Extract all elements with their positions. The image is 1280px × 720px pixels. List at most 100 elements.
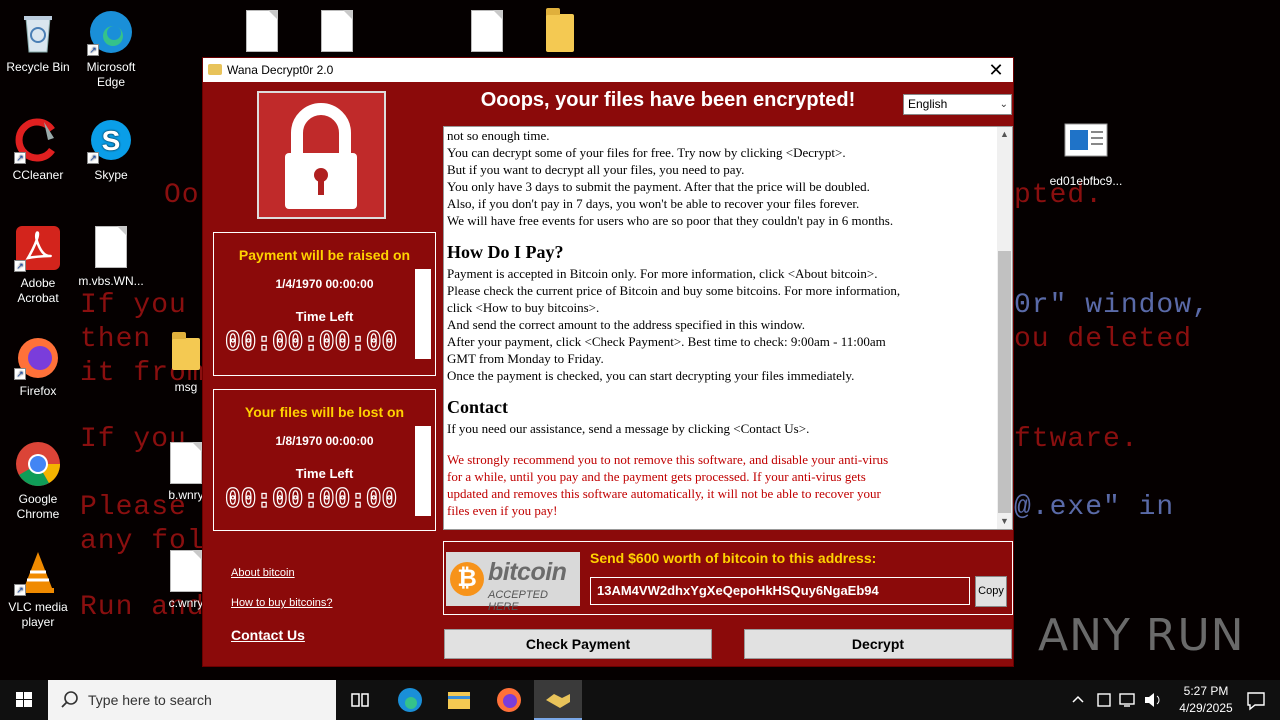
vertical-scrollbar[interactable]: ▲ ▼ [997, 127, 1012, 529]
decrypt-button[interactable]: Decrypt [744, 629, 1012, 659]
tray-device-icon[interactable] [1092, 680, 1116, 720]
ed01-label: ed01ebfbc9... [1049, 174, 1123, 188]
ed01-file[interactable]: ed01ebfbc9... [1048, 122, 1124, 189]
scroll-up-icon[interactable]: ▲ [997, 127, 1012, 142]
raise-title: Payment will be raised on [238, 247, 411, 263]
window-titlebar[interactable]: Wana Decrypt0r 2.0 ✕ [203, 58, 1013, 82]
app-icon [208, 64, 222, 75]
bitcoin-logo-word: bitcoin [488, 558, 567, 586]
chevron-down-icon: ⌄ [999, 99, 1008, 110]
desktop-file-icon[interactable] [449, 10, 525, 52]
bg-text-line: If you [80, 290, 187, 321]
instructions-text-pane[interactable]: not so enough time. You can decrypt some… [443, 126, 1013, 530]
files-lost-panel: Your files will be lost on 1/8/1970 00:0… [213, 389, 436, 531]
folder-icon [172, 332, 200, 370]
lost-progress-bar [415, 426, 431, 516]
edge-label: Microsoft Edge [86, 60, 136, 89]
bg-text-line: @.exe" in [1014, 492, 1175, 523]
taskbar-edge-icon[interactable] [386, 680, 434, 720]
anyrun-watermark: ANY RUN [1038, 610, 1245, 661]
vlc[interactable]: ↗ VLC media player [0, 548, 76, 630]
wanadecryptor-window: Wana Decrypt0r 2.0 ✕ Ooops, your files h… [202, 57, 1014, 667]
lost-title: Your files will be lost on [244, 404, 405, 420]
raise-progress-bar [415, 269, 431, 359]
notifications-icon[interactable] [1232, 680, 1280, 720]
task-view-icon[interactable] [336, 680, 384, 720]
skype-label: Skype [94, 168, 128, 182]
chrome-label: Google Chrome [16, 492, 60, 521]
recycle-bin-icon [14, 8, 62, 56]
language-value: English [908, 97, 948, 111]
bg-text-line: ftware. [1014, 424, 1139, 455]
firefox-label: Firefox [19, 384, 57, 398]
recycle-bin-label: Recycle Bin [6, 60, 70, 74]
payment-raise-panel: Payment will be raised on 1/4/1970 00:00… [213, 232, 436, 376]
desktop-file-icon[interactable] [224, 10, 300, 52]
bg-text-line: Oo [164, 180, 200, 211]
taskbar-clock[interactable]: 5:27 PM 4/29/2025 [1176, 683, 1236, 717]
adobe-acrobat[interactable]: ↗ Adobe Acrobat [0, 224, 76, 306]
instructions-text: not so enough time. You can decrypt some… [447, 127, 987, 519]
taskbar-explorer-icon[interactable] [435, 680, 483, 720]
vlc-label: VLC media player [8, 600, 68, 629]
scroll-down-icon[interactable]: ▼ [997, 514, 1012, 529]
google-chrome[interactable]: Google Chrome [0, 440, 76, 522]
text-line: If you need our assistance, send a messa… [447, 421, 810, 436]
clock-date: 4/29/2025 [1179, 701, 1233, 715]
text-line: Please check the current price of Bitcoi… [447, 283, 901, 298]
taskbar-search-box[interactable]: Type here to search [48, 680, 336, 720]
warning-line: for a while, until you pay and the payme… [447, 469, 866, 484]
network-icon[interactable] [1116, 680, 1140, 720]
firefox[interactable]: ↗ Firefox [0, 332, 76, 399]
acrobat-label: Adobe Acrobat [17, 276, 59, 305]
language-select[interactable]: English ⌄ [903, 94, 1012, 115]
tray-chevron-up-icon[interactable] [1066, 680, 1090, 720]
how-to-buy-link[interactable]: How to buy bitcoins? [231, 597, 333, 609]
start-button[interactable] [0, 680, 48, 720]
copy-button[interactable]: Copy [975, 576, 1007, 607]
vlc-icon: ↗ [14, 548, 62, 596]
bitcoin-address-field[interactable]: 13AM4VW2dhxYgXeQepoHkHSQuy6NgaEb94 [590, 577, 970, 605]
about-bitcoin-link[interactable]: About bitcoin [231, 567, 295, 579]
text-line: But if you want to decrypt all your file… [447, 162, 745, 177]
svg-text:S: S [102, 125, 121, 156]
text-line: not so enough time. [447, 128, 550, 143]
desktop: Oo pted. If you 0r" window, then ou dele… [0, 0, 1280, 680]
chrome-icon [14, 440, 62, 488]
how-to-pay-heading: How Do I Pay? [447, 242, 564, 262]
contact-heading: Contact [447, 397, 508, 417]
check-payment-button[interactable]: Check Payment [444, 629, 712, 659]
bg-text-line: ou deleted [1014, 324, 1193, 355]
warning-line: We strongly recommend you to not remove … [447, 452, 889, 467]
document-icon [1062, 122, 1110, 170]
bitcoin-icon: ₿ [450, 562, 484, 596]
ccleaner[interactable]: ↗ CCleaner [0, 116, 76, 183]
close-button[interactable]: ✕ [979, 58, 1013, 82]
skype[interactable]: S ↗ Skype [73, 116, 149, 183]
scrollbar-thumb[interactable] [998, 251, 1011, 513]
microsoft-edge[interactable]: ↗ Microsoft Edge [73, 8, 149, 90]
bitcoin-payment-panel: ₿ bitcoin ACCEPTED HERE Send $600 worth … [443, 541, 1013, 615]
text-line: We will have free events for users who a… [447, 213, 894, 228]
volume-icon[interactable] [1140, 680, 1164, 720]
desktop-folder-icon[interactable] [522, 4, 598, 52]
contact-us-link[interactable]: Contact Us [231, 627, 305, 643]
taskbar: Type here to search 5:27 PM 4/29/2025 [0, 680, 1280, 720]
firefox-icon: ↗ [14, 332, 62, 380]
search-icon [60, 680, 80, 720]
bitcoin-accepted-logo: ₿ bitcoin ACCEPTED HERE [446, 552, 580, 613]
send-amount-title: Send $600 worth of bitcoin to this addre… [590, 550, 877, 566]
warning-line: files even if you pay! [447, 503, 558, 518]
desktop-file-icon[interactable] [299, 10, 375, 52]
windows-logo-icon [16, 692, 32, 707]
recycle-bin[interactable]: Recycle Bin [0, 8, 76, 75]
text-line: GMT from Monday to Friday. [447, 351, 604, 366]
search-placeholder: Type here to search [88, 692, 212, 708]
raise-date: 1/4/1970 00:00:00 [275, 277, 374, 291]
lost-date: 1/8/1970 00:00:00 [275, 434, 374, 448]
taskbar-firefox-icon[interactable] [485, 680, 533, 720]
window-title: Wana Decrypt0r 2.0 [227, 63, 334, 77]
mvbs-file[interactable]: m.vbs.WN... [73, 226, 149, 289]
mvbs-label: m.vbs.WN... [78, 274, 144, 288]
taskbar-wanadecryptor-icon[interactable] [534, 680, 582, 720]
